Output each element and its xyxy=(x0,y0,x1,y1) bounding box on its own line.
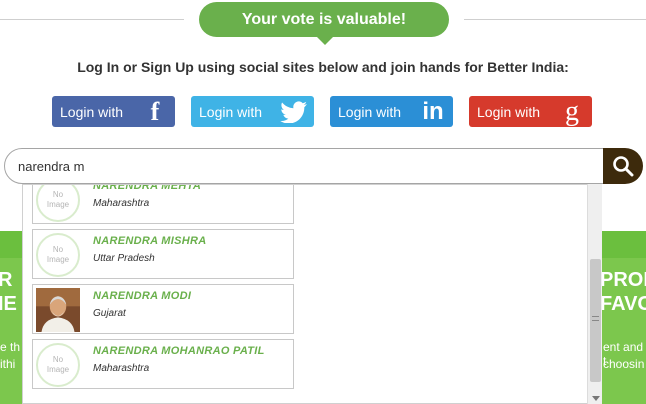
twitter-icon xyxy=(274,96,314,127)
linkedin-button-label: Login with xyxy=(338,103,402,120)
result-state: Maharashtra xyxy=(93,363,150,374)
result-item[interactable]: No Image NARENDRA MEHTA Maharashtra xyxy=(32,184,294,224)
result-state: Uttar Pradesh xyxy=(93,253,155,264)
search-icon xyxy=(613,156,634,177)
background-right-heading-2: FAVO xyxy=(600,293,646,315)
search-box xyxy=(4,148,604,184)
result-item[interactable]: NARENDRA MODI Gujarat xyxy=(32,284,294,334)
no-image-placeholder: No Image xyxy=(36,343,80,387)
linkedin-icon: in xyxy=(422,97,444,125)
login-linkedin-button[interactable]: Login with in xyxy=(330,96,453,127)
background-right-heading-1: PROM xyxy=(600,269,646,291)
result-name: NARENDRA MEHTA xyxy=(93,184,202,192)
google-button-label: Login with xyxy=(477,103,541,120)
search-input[interactable] xyxy=(18,158,578,174)
result-name: NARENDRA MODI xyxy=(93,290,192,302)
scrollbar-grip-icon xyxy=(592,316,599,321)
login-twitter-button[interactable]: Login with xyxy=(191,96,314,127)
banner-rule-right xyxy=(464,19,646,20)
login-google-button[interactable]: Login with g xyxy=(469,96,592,127)
login-instructions: Log In or Sign Up using social sites bel… xyxy=(77,59,569,75)
background-right-text-2: choosin xyxy=(603,357,645,371)
result-item[interactable]: No Image NARENDRA MISHRA Uttar Pradesh xyxy=(32,229,294,279)
scrollbar-thumb[interactable] xyxy=(590,259,601,382)
no-image-placeholder: No Image xyxy=(36,185,80,222)
background-left-heading-1: R xyxy=(0,269,13,291)
result-name: NARENDRA MISHRA xyxy=(93,235,207,247)
background-left-text-2: ithi xyxy=(0,357,16,371)
twitter-button-label: Login with xyxy=(199,103,263,120)
no-image-placeholder: No Image xyxy=(36,233,80,277)
login-facebook-button[interactable]: Login with f xyxy=(52,96,175,127)
google-icon: g xyxy=(565,95,579,127)
facebook-button-label: Login with xyxy=(60,103,124,120)
scroll-down-icon[interactable] xyxy=(592,396,600,401)
banner-rule-left xyxy=(0,19,184,20)
dropdown-scrollbar[interactable] xyxy=(587,184,602,404)
background-left-heading-2: IE xyxy=(0,293,17,315)
result-state: Maharashtra xyxy=(93,198,150,209)
candidate-photo xyxy=(36,288,80,332)
facebook-icon: f xyxy=(150,96,160,126)
result-item[interactable]: No Image NARENDRA MOHANRAO PATIL Maharash… xyxy=(32,339,294,389)
banner-pointer xyxy=(316,36,334,45)
search-button[interactable] xyxy=(603,148,643,184)
autocomplete-dropdown: No Image NARENDRA MEHTA Maharashtra No Ima… xyxy=(22,184,602,404)
result-state: Gujarat xyxy=(93,308,126,319)
result-name: NARENDRA MOHANRAO PATIL xyxy=(93,345,265,357)
background-left-text-1: e th xyxy=(0,340,21,354)
vote-banner: Your vote is valuable! xyxy=(199,2,449,37)
